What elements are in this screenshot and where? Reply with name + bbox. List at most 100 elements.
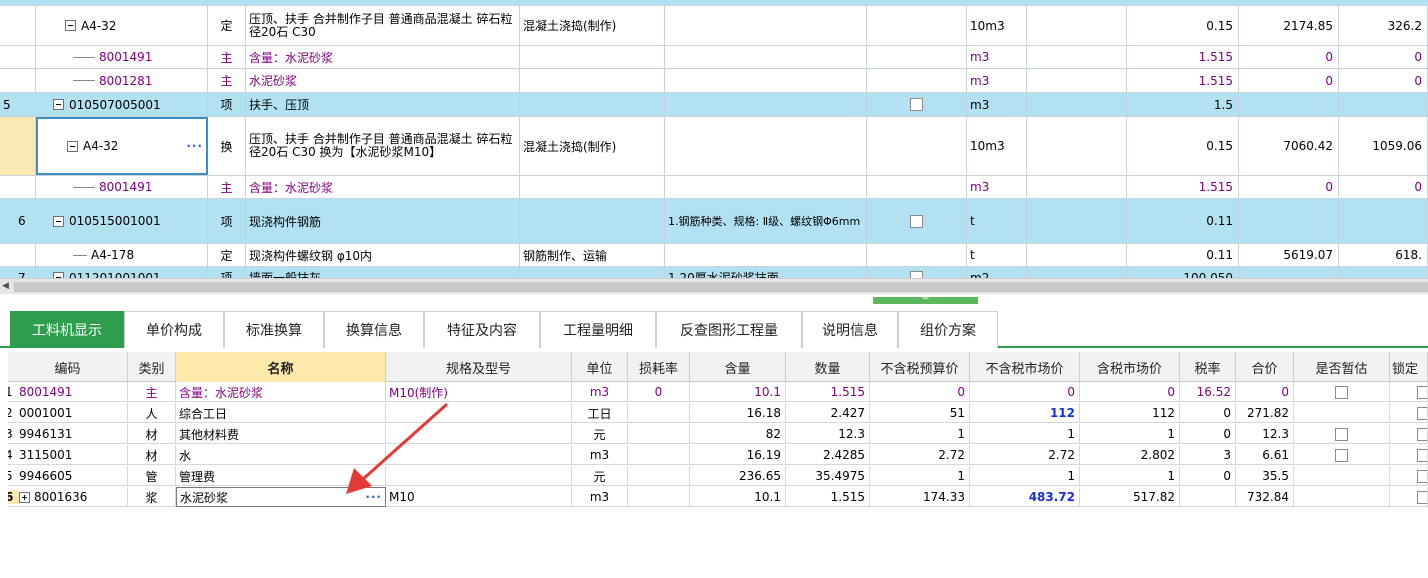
item-flag[interactable] bbox=[867, 6, 967, 45]
cell-spec[interactable] bbox=[386, 445, 572, 465]
cell-qty[interactable]: 12.3 bbox=[786, 424, 870, 444]
table-row[interactable]: 18001491主含量：水泥砂浆M10(制作)m3010.11.51500016… bbox=[8, 382, 1428, 402]
cell-name[interactable]: 其他材料费 bbox=[176, 424, 386, 444]
cell-name[interactable]: 综合工日 bbox=[176, 403, 386, 423]
tab-quantity-detail[interactable]: 工程量明细 bbox=[540, 311, 656, 348]
scrollbar-thumb[interactable] bbox=[14, 282, 1428, 292]
tab-pricing-scheme[interactable]: 组价方案 bbox=[898, 311, 998, 348]
item-name[interactable]: 压顶、扶手 合并制作子目 普通商品混凝土 碎石粒径20石 C30 换为【水泥砂浆… bbox=[246, 117, 520, 175]
table-row[interactable]: 59946605管管理费元236.6535.4975111035.5 bbox=[8, 466, 1428, 486]
scroll-left-icon[interactable]: ◀ bbox=[2, 281, 12, 293]
collapse-icon[interactable] bbox=[53, 99, 64, 110]
table-row[interactable]: 7 011201001001 项 墙面一般抹灰 1.20厚水泥砂浆抹面 m2 1… bbox=[0, 267, 1428, 278]
provisional-checkbox[interactable] bbox=[1335, 385, 1348, 399]
cell-name[interactable]: 水 bbox=[176, 445, 386, 465]
item-name[interactable]: 现浇构件螺纹钢 φ10内 bbox=[246, 244, 520, 266]
item-work[interactable] bbox=[520, 46, 665, 68]
item-name[interactable]: 墙面一般抹灰 bbox=[246, 267, 520, 278]
item-qty[interactable]: 100.050 bbox=[1127, 267, 1239, 278]
header-tax-rate[interactable]: 税率 bbox=[1180, 352, 1236, 382]
provisional-checkbox[interactable] bbox=[1335, 448, 1348, 462]
table-row[interactable]: 8001281 主 水泥砂浆 m3 1.515 0 0 bbox=[0, 69, 1428, 93]
header-category[interactable]: 类别 bbox=[128, 352, 176, 382]
item-feature[interactable] bbox=[665, 176, 867, 198]
header-provisional[interactable]: 是否暂估 bbox=[1294, 352, 1390, 382]
tab-standard-conversion[interactable]: 标准换算 bbox=[224, 311, 324, 348]
item-work[interactable] bbox=[520, 69, 665, 92]
table-row[interactable]: 8001491 主 含量：水泥砂浆 m3 1.515 0 0 bbox=[0, 176, 1428, 199]
cell-spec[interactable] bbox=[386, 424, 572, 444]
checkbox[interactable] bbox=[910, 214, 923, 228]
item-name[interactable]: 现浇构件钢筋 bbox=[246, 199, 520, 243]
cell-qty[interactable]: 35.4975 bbox=[786, 466, 870, 486]
header-unit[interactable]: 单位 bbox=[572, 352, 628, 382]
item-work[interactable]: 钢筋制作、运输 bbox=[520, 244, 665, 266]
item-work[interactable] bbox=[520, 93, 665, 116]
header-name[interactable]: 名称 bbox=[176, 352, 386, 382]
item-flag[interactable] bbox=[867, 69, 967, 92]
item-name[interactable]: 含量：水泥砂浆 bbox=[246, 176, 520, 198]
item-qty[interactable]: 0.15 bbox=[1127, 6, 1239, 45]
tab-labor-material-machine[interactable]: 工料机显示 bbox=[10, 311, 124, 348]
item-qty[interactable]: 1.515 bbox=[1127, 46, 1239, 68]
item-qty[interactable]: 0.15 bbox=[1127, 117, 1239, 175]
table-row[interactable]: 8001491 主 含量：水泥砂浆 m3 1.515 0 0 bbox=[0, 46, 1428, 69]
table-row[interactable]: A4-32 定 压顶、扶手 合并制作子目 普通商品混凝土 碎石粒径20石 C30… bbox=[0, 6, 1428, 46]
header-market-price[interactable]: 不含税市场价 bbox=[970, 352, 1080, 382]
table-row[interactable]: 20001001人综合工日工日16.182.427511121120271.82 bbox=[8, 403, 1428, 423]
checkbox[interactable] bbox=[910, 98, 923, 111]
item-feature[interactable] bbox=[665, 69, 867, 92]
item-feature[interactable] bbox=[665, 46, 867, 68]
header-market-price-tax[interactable]: 含税市场价 bbox=[1080, 352, 1180, 382]
header-spec[interactable]: 规格及型号 bbox=[386, 352, 572, 382]
provisional-checkbox[interactable] bbox=[1335, 427, 1348, 441]
cell-market[interactable]: 1 bbox=[970, 424, 1080, 444]
header-content[interactable]: 含量 bbox=[690, 352, 786, 382]
cell-qty[interactable]: 1.515 bbox=[786, 487, 870, 507]
item-work[interactable] bbox=[520, 199, 665, 243]
header-code[interactable]: 编码 bbox=[8, 352, 128, 382]
item-qty[interactable]: 1.515 bbox=[1127, 176, 1239, 198]
code-cell[interactable]: A4-32 ··· bbox=[36, 117, 208, 175]
table-row[interactable]: 6 010515001001 项 现浇构件钢筋 1.钢筋种类、规格: Ⅱ级、螺纹… bbox=[0, 199, 1428, 244]
checkbox[interactable] bbox=[910, 271, 923, 278]
collapse-icon[interactable] bbox=[65, 20, 76, 31]
item-flag[interactable] bbox=[867, 46, 967, 68]
item-name[interactable]: 压顶、扶手 合并制作子目 普通商品混凝土 碎石粒径20石 C30 bbox=[246, 6, 520, 45]
header-locked[interactable]: 锁定 bbox=[1390, 352, 1428, 382]
item-qty[interactable]: 0.11 bbox=[1127, 199, 1239, 243]
cell-name[interactable]: 含量：水泥砂浆 bbox=[176, 382, 386, 402]
item-work[interactable] bbox=[520, 176, 665, 198]
table-row[interactable]: 43115001材水m316.192.42852.722.722.80236.6… bbox=[8, 445, 1428, 465]
collapse-panel-icon[interactable]: ︾ bbox=[873, 296, 978, 305]
item-name[interactable]: 水泥砂浆 bbox=[246, 69, 520, 92]
locked-checkbox[interactable] bbox=[1417, 448, 1427, 462]
cell-market[interactable]: 112 bbox=[970, 403, 1080, 423]
locked-checkbox[interactable] bbox=[1417, 469, 1427, 483]
table-row[interactable]: 5 010507005001 项 扶手、压顶 m3 1.5 bbox=[0, 93, 1428, 117]
ellipsis-button[interactable]: ··· bbox=[359, 490, 382, 504]
horizontal-scrollbar[interactable]: ◀ bbox=[0, 278, 1428, 294]
tab-reverse-lookup[interactable]: 反查图形工程量 bbox=[656, 311, 802, 348]
item-flag[interactable] bbox=[867, 176, 967, 198]
collapse-icon[interactable] bbox=[67, 140, 78, 152]
cell-market[interactable]: 1 bbox=[970, 466, 1080, 486]
item-qty[interactable]: 1.515 bbox=[1127, 69, 1239, 92]
cell-spec[interactable] bbox=[386, 466, 572, 486]
item-flag[interactable] bbox=[867, 117, 967, 175]
cell-market[interactable]: 2.72 bbox=[970, 445, 1080, 465]
cell-spec[interactable]: M10 bbox=[386, 487, 572, 507]
locked-checkbox[interactable] bbox=[1417, 406, 1427, 420]
expand-icon[interactable] bbox=[19, 491, 30, 503]
locked-checkbox[interactable] bbox=[1417, 490, 1427, 504]
cell-spec[interactable]: M10(制作) bbox=[386, 382, 572, 402]
item-flag[interactable] bbox=[867, 244, 967, 266]
item-feature[interactable]: 1.钢筋种类、规格: Ⅱ级、螺纹钢Φ6mm bbox=[665, 199, 867, 243]
locked-checkbox[interactable] bbox=[1417, 427, 1427, 441]
header-quantity[interactable]: 数量 bbox=[786, 352, 870, 382]
item-work[interactable]: 混凝土浇捣(制作) bbox=[520, 6, 665, 45]
item-name[interactable]: 含量：水泥砂浆 bbox=[246, 46, 520, 68]
item-feature[interactable] bbox=[665, 6, 867, 45]
table-row[interactable]: 6 8001636 浆水泥砂浆 ··· M10m3 10.11.515174.33483.… bbox=[8, 487, 1428, 507]
table-row[interactable]: A4-32 ··· 换 压顶、扶手 合并制作子目 普通商品混凝土 碎石粒径20石… bbox=[0, 117, 1428, 176]
